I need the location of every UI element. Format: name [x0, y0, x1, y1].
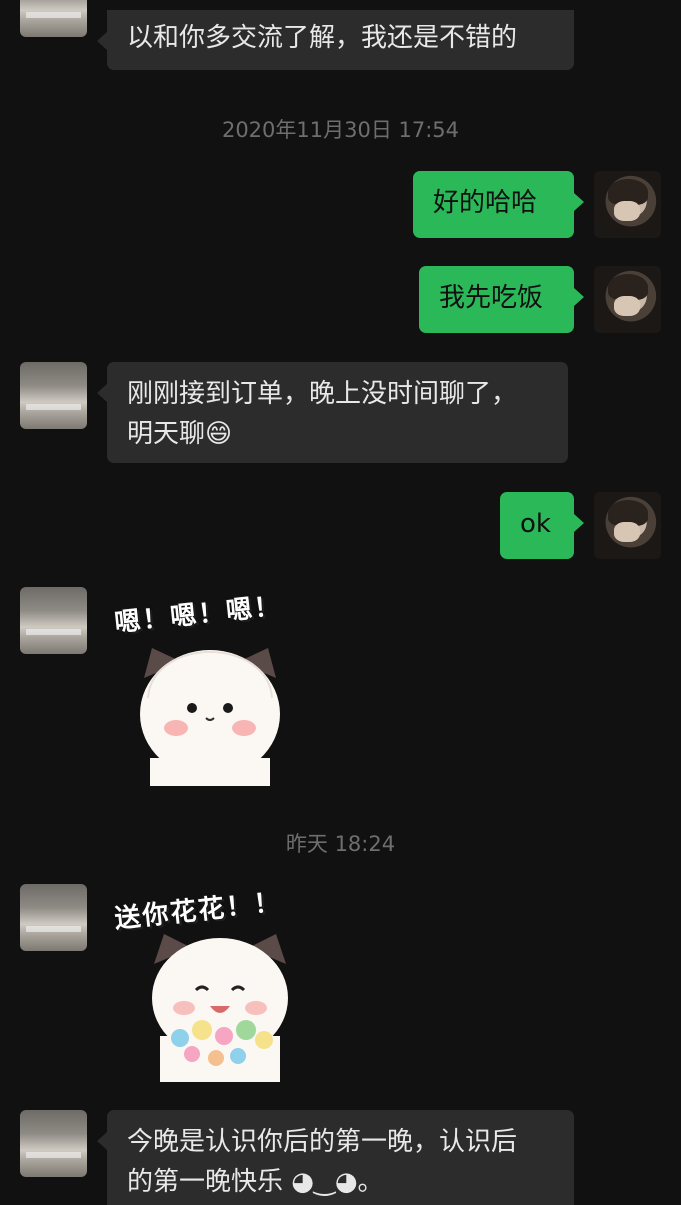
my-avatar[interactable]: [594, 266, 661, 333]
my-avatar[interactable]: [594, 171, 661, 238]
message-text-line: 今晚是认识你后的第一晚，认识后: [127, 1127, 518, 1157]
cat-sticker[interactable]: 嗯！嗯！嗯！: [110, 590, 310, 790]
timestamp: 2020年11月30日 17:54: [221, 118, 460, 142]
contact-avatar[interactable]: [20, 362, 87, 429]
contact-avatar[interactable]: [20, 1110, 87, 1177]
contact-avatar[interactable]: [20, 884, 87, 951]
cat-flower-sticker[interactable]: 送你花花！！: [110, 886, 310, 1086]
timestamp: 昨天 18:24: [285, 832, 396, 856]
outgoing-message[interactable]: 我先吃饭: [419, 266, 584, 333]
incoming-message[interactable]: 以和你多交流了解，我还是不错的: [97, 10, 574, 70]
grin-emoji-icon: 😄: [205, 419, 233, 449]
incoming-message[interactable]: 今晚是认识你后的第一晚，认识后 的第一晚快乐 ◕‿◕。: [97, 1110, 574, 1205]
contact-avatar[interactable]: [20, 0, 87, 37]
outgoing-message[interactable]: ok: [500, 492, 584, 559]
message-text-line: 明天聊: [127, 419, 206, 449]
message-text-line: 刚刚接到订单，晚上没时间聊了，: [127, 379, 518, 409]
message-text: 以和你多交流了解，我还是不错的: [127, 23, 518, 53]
contact-avatar[interactable]: [20, 587, 87, 654]
white-cat-icon: [140, 648, 280, 786]
my-avatar[interactable]: [594, 492, 661, 559]
message-text: ok: [520, 509, 551, 539]
message-text: 我先吃饭: [439, 283, 544, 313]
cat-with-flowers-icon: [152, 934, 288, 1082]
message-text: 好的哈哈: [433, 188, 538, 218]
message-text-line: 的第一晚快乐 ◕‿◕。: [127, 1167, 384, 1197]
sticker-caption: 嗯！嗯！嗯！: [113, 591, 284, 639]
incoming-message[interactable]: 刚刚接到订单，晚上没时间聊了， 明天聊😄: [97, 362, 568, 463]
outgoing-message[interactable]: 好的哈哈: [413, 171, 584, 238]
